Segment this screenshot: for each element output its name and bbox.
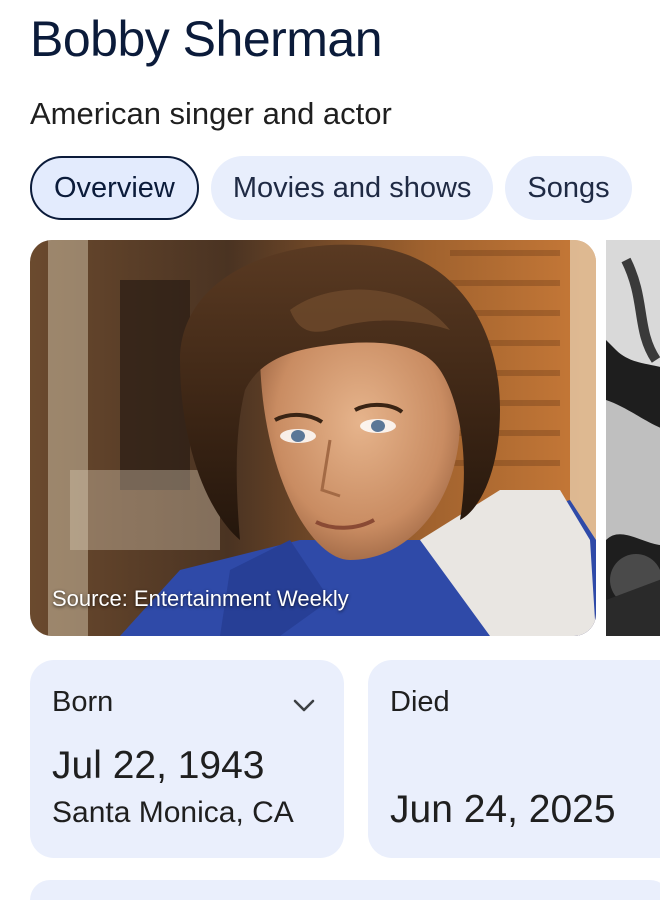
born-card[interactable]: Born Jul 22, 1943 Santa Monica, CA: [30, 660, 344, 858]
tab-movies-and-shows[interactable]: Movies and shows: [210, 156, 494, 220]
main-photo[interactable]: Source: Entertainment Weekly: [30, 240, 596, 636]
portrait-image: [30, 240, 596, 636]
second-photo[interactable]: [606, 240, 660, 636]
born-date: Jul 22, 1943: [52, 744, 265, 787]
born-label: Born: [52, 686, 114, 718]
tab-overview[interactable]: Overview: [30, 156, 199, 220]
tab-songs[interactable]: Songs: [505, 156, 632, 220]
chevron-down-icon[interactable]: [292, 698, 316, 719]
next-card-peek: [30, 880, 660, 900]
image-carousel: Source: Entertainment Weekly: [30, 240, 660, 636]
bw-photo-image: [606, 240, 660, 636]
died-date: Jun 24, 2025: [390, 788, 616, 831]
image-source-caption: Source: Entertainment Weekly: [52, 586, 349, 611]
tab-bar: Overview Movies and shows Songs: [30, 156, 632, 222]
born-place: Santa Monica, CA: [52, 796, 294, 829]
died-label: Died: [390, 686, 450, 718]
page-subtitle: American singer and actor: [30, 96, 392, 131]
page-title: Bobby Sherman: [30, 11, 383, 67]
died-card[interactable]: Died Jun 24, 2025: [368, 660, 660, 858]
